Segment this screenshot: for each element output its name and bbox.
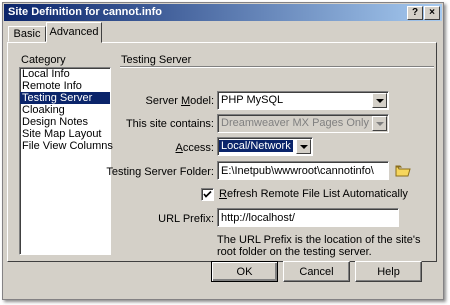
tab-advanced[interactable]: Advanced	[46, 22, 102, 43]
category-item-local-info[interactable]: Local Info	[20, 68, 110, 80]
section-title: Testing Server	[121, 54, 192, 66]
section-divider	[120, 66, 434, 68]
folder-label: Testing Server Folder:	[106, 166, 214, 178]
refresh-checkbox[interactable]	[201, 188, 214, 201]
tab-basic[interactable]: Basic	[8, 26, 46, 42]
server-model-select[interactable]: PHP MySQL	[217, 91, 389, 110]
folder-icon[interactable]	[395, 164, 411, 178]
site-contains-select[interactable]: Dreamweaver MX Pages Only	[217, 114, 389, 133]
category-item-remote-info[interactable]: Remote Info	[20, 80, 110, 92]
url-note-line-1: The URL Prefix is the location of the si…	[217, 234, 421, 246]
ok-button[interactable]: OK	[211, 261, 278, 282]
title-bar[interactable]: Site Definition for cannot.info ? ×	[4, 4, 442, 21]
refresh-label[interactable]: Refresh Remote File List Automatically	[219, 188, 408, 200]
site-contains-value: Dreamweaver MX Pages Only	[221, 117, 369, 129]
title-close-button[interactable]: ×	[424, 6, 440, 20]
site-contains-label: This site contains:	[125, 118, 214, 130]
chevron-down-icon[interactable]	[372, 93, 387, 108]
title-help-button[interactable]: ?	[407, 6, 423, 20]
chevron-down-icon[interactable]	[372, 116, 387, 131]
access-select[interactable]: Local/Network	[217, 137, 313, 156]
window-title: Site Definition for cannot.info	[8, 6, 162, 18]
url-note-line-2: root folder on the testing server.	[217, 246, 372, 258]
url-prefix-input[interactable]	[217, 208, 399, 227]
testing-server-folder-field[interactable]	[218, 162, 388, 179]
server-model-value: PHP MySQL	[221, 94, 284, 106]
chevron-down-icon[interactable]	[296, 139, 311, 154]
cancel-button[interactable]: Cancel	[283, 261, 350, 282]
testing-server-folder-input[interactable]	[217, 161, 389, 180]
access-value: Local/Network	[219, 140, 293, 152]
url-prefix-field[interactable]	[218, 209, 398, 226]
help-button[interactable]: Help	[355, 261, 422, 282]
access-label: Access:	[175, 142, 214, 154]
category-label: Category	[21, 54, 66, 66]
url-prefix-label: URL Prefix:	[158, 213, 214, 225]
checkmark-icon	[203, 190, 212, 198]
server-model-label: Server Model:	[145, 95, 215, 107]
